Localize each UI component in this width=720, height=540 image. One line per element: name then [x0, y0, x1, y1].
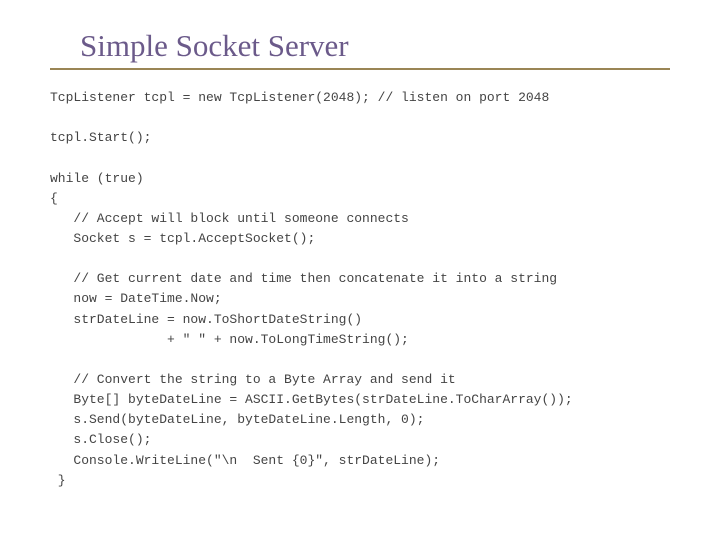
slide: Simple Socket Server TcpListener tcpl = …	[0, 0, 720, 540]
code-block: TcpListener tcpl = new TcpListener(2048)…	[50, 88, 670, 491]
title-underline	[50, 68, 670, 70]
slide-title: Simple Socket Server	[80, 28, 670, 64]
